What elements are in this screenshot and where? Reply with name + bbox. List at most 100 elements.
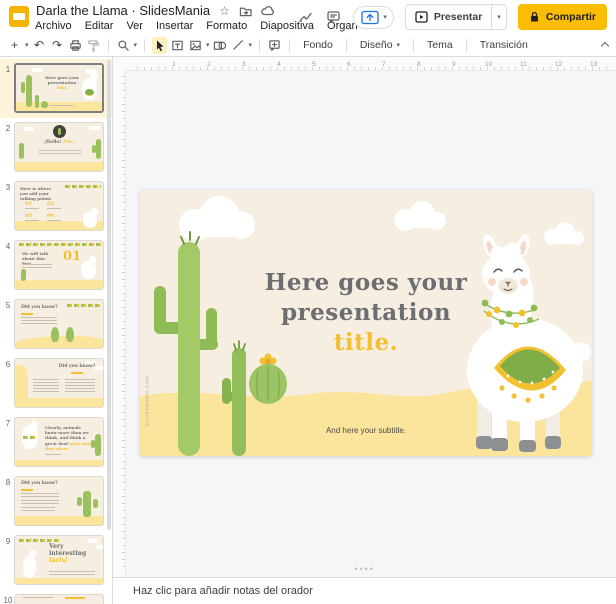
mini-title: Did you know? <box>58 364 96 369</box>
mini-body-text <box>22 264 52 269</box>
notes-resize-handle[interactable]: •••• <box>354 565 375 574</box>
mini-llama-head <box>91 208 98 216</box>
menu-insertar[interactable]: Insertar <box>156 20 193 32</box>
zoom-caret[interactable]: ▾ <box>134 41 138 49</box>
theme-button[interactable]: Tema <box>421 37 459 53</box>
slide-thumbnail-2[interactable]: 2 ¡Hello! I'm... <box>0 118 112 177</box>
mini-cactus <box>19 143 24 159</box>
mini-body-text <box>21 317 57 325</box>
mini-big-number: 01 <box>63 249 82 264</box>
slide-thumbnail-9[interactable]: 9 Very interesting facts! <box>0 531 112 590</box>
background-button[interactable]: Fondo <box>297 37 339 53</box>
mini-sand <box>15 460 103 466</box>
slide-thumbnail-6[interactable]: 6 Did you know? <box>0 354 112 413</box>
present-options-caret[interactable]: ▾ <box>491 5 506 29</box>
slide-3-preview: Here is where you add your talking point… <box>14 181 104 231</box>
slide-thumbnail-10[interactable]: 10 <box>0 590 112 604</box>
mini-cactus <box>96 139 101 159</box>
slide-thumbnail-8[interactable]: 8 Did you know? <box>0 472 112 531</box>
doc-title[interactable]: Darla the Llama · SlidesMania <box>36 3 210 18</box>
mini-line <box>25 220 39 221</box>
present-button[interactable]: Presentar ▾ <box>404 4 507 30</box>
layout-caret: ▾ <box>396 42 401 49</box>
insert-line-button[interactable] <box>231 37 246 54</box>
vertical-ruler <box>113 70 126 577</box>
mini-accent-line <box>21 313 33 315</box>
mini-cactus-arm <box>77 497 82 506</box>
text-box-button[interactable] <box>170 37 185 54</box>
share-button[interactable]: Compartir <box>517 4 607 30</box>
slide-thumbnail-3[interactable]: 3 Here is where you add your talking poi… <box>0 177 112 236</box>
slide-canvas[interactable]: 1 2 3 4 5 6 7 8 9 10 11 12 13 Here goes … <box>113 57 616 577</box>
insert-image-caret[interactable]: ▾ <box>206 41 210 49</box>
mini-cactus-arm <box>93 499 98 508</box>
slide-thumbnail-5[interactable]: 5 Did you know? <box>0 295 112 354</box>
menu-formato[interactable]: Formato <box>206 20 247 32</box>
mini-subtitle-line <box>49 105 73 106</box>
mini-cactus-arm <box>92 145 96 153</box>
slides-logo[interactable] <box>9 6 29 27</box>
mini-llama-head <box>89 256 96 264</box>
cloud-middle <box>394 201 446 231</box>
insert-line-caret[interactable]: ▾ <box>249 41 253 49</box>
mini-cloud <box>23 127 34 131</box>
mini-line <box>47 220 61 221</box>
current-slide[interactable]: Here goes your presentation title. And h… <box>140 190 592 456</box>
transition-button[interactable]: Transición <box>474 37 534 53</box>
mini-garland <box>23 436 37 439</box>
menu-editar[interactable]: Editar <box>85 20 114 32</box>
slide-number: 1 <box>5 65 11 74</box>
mini-cloud <box>87 539 98 543</box>
slide-filmstrip: 1 Here goes your presentation title. 2 ¡… <box>0 57 113 604</box>
mini-cloud <box>96 545 103 549</box>
slide-number: 7 <box>5 419 11 428</box>
layout-button[interactable]: Diseño ▾ <box>354 37 406 53</box>
insert-image-button[interactable] <box>188 37 203 54</box>
slide-number: 3 <box>5 183 11 192</box>
mini-line <box>47 208 61 209</box>
mini-llama <box>23 556 36 578</box>
cloud-status-icon[interactable] <box>261 5 275 17</box>
mini-sand <box>15 578 103 584</box>
slidesmania-credit: SLIDESMANIA.COM <box>144 375 150 427</box>
mini-cactus-arm <box>21 82 25 93</box>
select-tool-button[interactable] <box>152 36 168 54</box>
slide-thumbnail-7[interactable]: 7 Clearly, animals know more than we thi… <box>0 413 112 472</box>
activity-dashboard-icon[interactable] <box>297 9 314 26</box>
cloud-right <box>544 222 584 245</box>
slide-number: 8 <box>5 478 11 487</box>
menu-archivo[interactable]: Archivo <box>35 20 72 32</box>
zoom-button[interactable] <box>116 37 131 54</box>
present-to-meeting-button[interactable]: ▾ <box>353 5 394 29</box>
new-slide-button[interactable]: + <box>7 37 22 54</box>
print-button[interactable] <box>68 37 83 54</box>
mini-sand <box>15 162 103 171</box>
mini-accent-line <box>21 489 33 491</box>
speaker-notes-input[interactable]: Haz clic para añadir notas del orador <box>113 577 616 604</box>
redo-button[interactable]: ↷ <box>50 37 65 54</box>
slide-subtitle-textbox[interactable]: And here your subtitle. <box>210 426 522 435</box>
star-icon[interactable]: ☆ <box>219 5 230 17</box>
mini-line <box>25 208 39 209</box>
undo-button[interactable]: ↶ <box>32 37 47 54</box>
mini-title: ¡Hello! I'm... <box>43 140 77 145</box>
mini-cloud <box>32 68 43 72</box>
menu-ver[interactable]: Ver <box>126 20 143 32</box>
mini-accent-line <box>71 372 83 374</box>
slide-8-preview: Did you know? <box>14 476 104 526</box>
insert-comment-button[interactable] <box>267 37 282 54</box>
new-slide-caret[interactable]: ▾ <box>25 41 29 49</box>
slide-thumbnail-1[interactable]: 1 Here goes your presentation title. <box>0 59 112 118</box>
slide-title-textbox[interactable]: Here goes your presentation title. <box>210 268 522 358</box>
mini-text-column <box>65 379 95 392</box>
move-folder-icon[interactable] <box>239 5 252 17</box>
comment-history-icon[interactable] <box>325 9 342 26</box>
paint-format-button[interactable] <box>86 37 101 54</box>
mini-body-text <box>21 507 55 511</box>
mini-sand <box>15 280 103 289</box>
collapse-toolbar-chevron-icon[interactable] <box>601 41 608 48</box>
filmstrip-scrollbar[interactable] <box>107 60 111 530</box>
slide-thumbnail-4[interactable]: 4 We will talk about this first 01 <box>0 236 112 295</box>
mini-title: Here goes your presentation title. <box>44 75 80 91</box>
insert-shape-button[interactable] <box>213 37 228 54</box>
